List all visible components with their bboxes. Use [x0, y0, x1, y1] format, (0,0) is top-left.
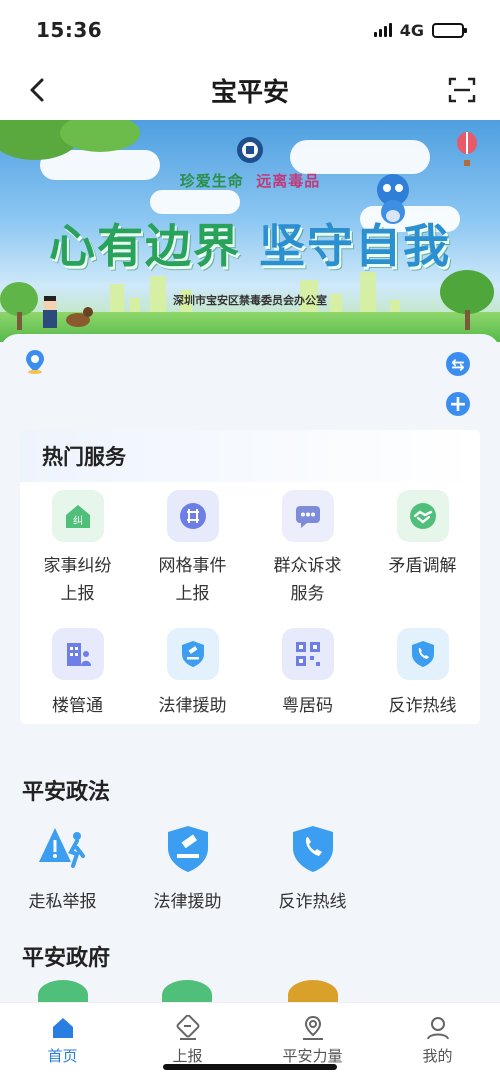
hot-service-label: 家事纠纷 上报	[43, 556, 112, 604]
hot-service-label: 群众诉求 服务	[273, 556, 342, 604]
family-dispute-icon: 纠	[51, 490, 104, 542]
politics-item-label: 走私举报	[28, 892, 97, 912]
home-indicator	[163, 1064, 337, 1070]
location-person-icon	[302, 1015, 323, 1040]
tab-bar: 首页 上报 平安力量 我的	[0, 1002, 500, 1082]
hot-service-label: 矛盾调解	[388, 556, 457, 576]
politics-item-legal-aid[interactable]: 法律援助	[125, 812, 250, 916]
phone-shield-icon	[285, 820, 341, 876]
home-icon	[52, 1018, 73, 1038]
hot-service-item[interactable]: 粤居码	[250, 620, 365, 724]
hot-service-label: 粤居码	[282, 696, 333, 716]
tab-safety-force[interactable]: 平安力量	[250, 1003, 375, 1082]
swap-icon[interactable]: ⇆	[446, 352, 470, 376]
add-icon[interactable]: +	[446, 392, 470, 417]
hot-services-card: 热门服务 纠家事纠纷 上报 网格事件 上报 群众诉求 服务 矛盾调解 楼管通 法律援助 粤…	[20, 430, 480, 724]
tab-mine[interactable]: 我的	[375, 1003, 500, 1082]
hot-service-label: 网格事件 上报	[158, 556, 227, 604]
status-bar: 15:36 4G	[0, 0, 500, 60]
battery-icon	[432, 22, 467, 38]
politics-item-anti-fraud[interactable]: 反诈热线	[250, 812, 375, 916]
balloon-icon	[457, 132, 477, 166]
tab-label: 我的	[422, 1047, 453, 1065]
hot-service-item[interactable]: 群众诉求 服务	[250, 482, 365, 620]
tab-label: 上报	[172, 1047, 203, 1065]
back-chevron-icon[interactable]	[22, 74, 54, 106]
section-politics-row: 走私举报 法律援助 反诈热线	[0, 812, 500, 916]
banner[interactable]: 珍爱生命 远离毒品 心有边界 坚守自我 深圳市宝安区禁毒委员会办公室	[0, 120, 500, 342]
government-item-peek-3[interactable]	[288, 980, 338, 1002]
law-shield-icon	[160, 820, 216, 876]
nav-bar: 宝平安	[0, 60, 500, 120]
hot-service-item[interactable]: 反诈热线	[365, 620, 480, 724]
grid-event-icon	[166, 490, 219, 542]
officer-dog-icon	[43, 296, 93, 328]
signal-icon	[373, 23, 392, 37]
banner-slogan-small: 珍爱生命 远离毒品	[179, 172, 321, 190]
status-right: 4G	[373, 20, 467, 40]
hot-services-header: 热门服务	[20, 430, 480, 482]
tab-label: 首页	[47, 1047, 78, 1065]
handshake-icon	[396, 490, 449, 542]
law-shield-icon	[166, 628, 219, 680]
tab-report[interactable]: 上报	[125, 1003, 250, 1082]
building-icon	[51, 628, 104, 680]
emblem-icon	[237, 137, 263, 163]
government-item-peek-1[interactable]	[38, 980, 88, 1002]
hot-services-row-1: 纠家事纠纷 上报 网格事件 上报 群众诉求 服务 矛盾调解	[20, 482, 480, 620]
hot-service-item[interactable]: 楼管通	[20, 620, 135, 724]
hot-service-label: 法律援助	[158, 696, 227, 716]
network-label: 4G	[399, 20, 424, 40]
qr-code-icon	[281, 628, 334, 680]
report-icon	[176, 1015, 199, 1040]
banner-slogan-big: 心有边界 坚守自我	[48, 219, 451, 273]
hot-service-item[interactable]: 矛盾调解	[365, 482, 480, 620]
tab-home[interactable]: 首页	[0, 1003, 125, 1082]
politics-item-smuggling-report[interactable]: 走私举报	[0, 812, 125, 916]
hot-service-item[interactable]: 网格事件 上报	[135, 482, 250, 620]
tab-label: 平安力量	[282, 1047, 343, 1065]
smuggling-report-icon	[35, 820, 91, 876]
svg-text:纠: 纠	[73, 515, 83, 527]
hot-service-item[interactable]: 纠家事纠纷 上报	[20, 482, 135, 620]
profile-icon	[426, 1017, 449, 1040]
chat-icon	[281, 490, 334, 542]
phone-shield-icon	[396, 628, 449, 680]
government-item-peek-2[interactable]	[162, 980, 212, 1002]
section-government-title: 平安政府	[22, 946, 111, 971]
hot-services-row-2: 楼管通 法律援助 粤居码 反诈热线	[20, 620, 480, 724]
section-politics-title: 平安政法	[22, 780, 111, 805]
hot-service-label: 反诈热线	[388, 696, 457, 716]
status-time: 15:36	[36, 18, 103, 42]
location-pin-icon[interactable]	[22, 348, 48, 374]
scan-icon[interactable]	[446, 74, 478, 106]
page-title: 宝平安	[210, 77, 289, 108]
politics-item-label: 法律援助	[153, 892, 222, 912]
main-content: ⇆ + 热门服务 纠家事纠纷 上报 网格事件 上报 群众诉求 服务 矛盾调解 楼管通法…	[0, 334, 500, 1002]
hot-service-label: 楼管通	[52, 696, 103, 716]
politics-item-label: 反诈热线	[278, 892, 347, 912]
hot-services-title: 热门服务	[42, 445, 126, 469]
hot-service-item[interactable]: 法律援助	[135, 620, 250, 724]
